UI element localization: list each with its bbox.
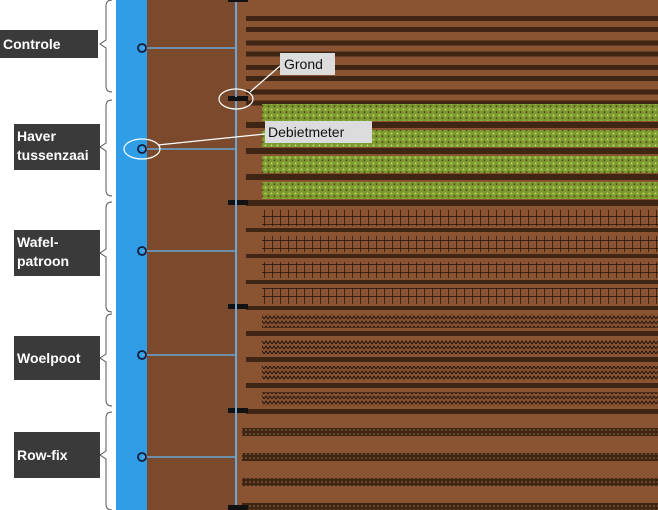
zigzag-strip (262, 366, 658, 380)
flow-meter-callout-label: Debietmeter (268, 124, 345, 140)
soil-callout-label: Grond (284, 56, 323, 72)
furrow (246, 200, 658, 206)
section-label-text: Woelpoot (17, 350, 81, 366)
furrow (246, 16, 658, 21)
field-area (116, 0, 658, 510)
furrow (246, 228, 658, 232)
dotted-strip (242, 478, 658, 486)
waffle-strip (262, 262, 658, 278)
furrow (246, 89, 658, 95)
section-boundary-marker (228, 0, 248, 2)
irrigation-plot-diagram: Controle Haver tussenzaai Wafel-patroon Woel… (0, 0, 658, 510)
furrow (246, 357, 658, 362)
furrow (246, 27, 658, 32)
section-boundary-marker (228, 505, 248, 510)
dotted-strip (242, 453, 658, 461)
section-label-text: tussenzaai (17, 147, 89, 163)
waffle-strip (262, 288, 658, 304)
zigzag-strip (262, 314, 658, 328)
section-label-text: Controle (3, 36, 61, 52)
oat-strip (262, 156, 658, 173)
section-label-text: Wafel- (17, 234, 59, 250)
furrow (246, 331, 658, 336)
furrow (246, 409, 658, 414)
section-boundary-marker (228, 304, 248, 309)
furrow (246, 280, 658, 284)
section-boundary-marker (228, 408, 248, 413)
section-label-text: patroon (17, 253, 69, 269)
waffle-strip (262, 210, 658, 226)
section-label-text: Row-fix (17, 447, 68, 463)
section-boundary-marker (228, 200, 248, 205)
furrow (246, 148, 658, 154)
oat-strip (262, 104, 658, 121)
furrow (246, 306, 658, 310)
furrow (246, 383, 658, 388)
dotted-strip (242, 428, 658, 436)
furrow (246, 254, 658, 258)
zigzag-strip (262, 392, 658, 406)
soil-sensor-marker (228, 97, 246, 101)
furrow (246, 40, 658, 46)
furrow (246, 76, 658, 81)
zigzag-strip (262, 340, 658, 354)
oat-strip (262, 182, 658, 199)
section-label-text: Haver (17, 128, 56, 144)
waffle-strip (262, 236, 658, 252)
dotted-strip (242, 503, 658, 510)
furrow (246, 174, 658, 180)
